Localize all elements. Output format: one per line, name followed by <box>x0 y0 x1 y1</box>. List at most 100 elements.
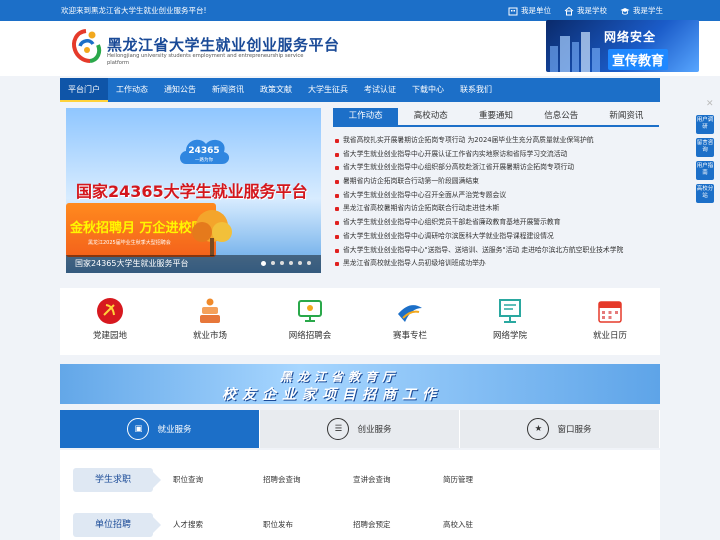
tab-employment-service-label: 就业服务 <box>157 425 192 435</box>
nav-item-policy[interactable]: 政策文献 <box>252 78 300 102</box>
nav-item-downloads[interactable]: 下载中心 <box>404 78 452 102</box>
employer-link-label: 我是单位 <box>521 6 551 15</box>
side-campus-sites[interactable]: 高校分站 <box>696 184 714 203</box>
site-title: 黑龙江省大学生就业创业服务平台 <box>107 36 340 54</box>
entrepreneurship-service-icon: ☰ <box>327 418 350 440</box>
quick-label: 党建园地 <box>92 331 127 341</box>
tab-important-notices[interactable]: 重要通知 <box>463 108 528 125</box>
calendar-icon <box>598 301 622 323</box>
alumni-banner-line2: 校友企业家项目招商工作 <box>222 387 442 403</box>
quick-links: 党建园地 就业市场 网络招聘会 赛事专栏 网络学院 就业日历 <box>60 288 660 355</box>
banner-ad-line2: 宣传教育 <box>608 49 669 70</box>
nav-item-portal[interactable]: 平台门户 <box>60 78 108 102</box>
autumn-tree-icon <box>192 210 232 256</box>
slider-badge: 24365 <box>188 146 219 156</box>
news-item[interactable]: 我省高校扎实开展暑期访企拓岗专项行动 为2024届毕业生充分高质量就业保驾护航 <box>333 134 659 148</box>
campus-registration-link[interactable]: 高校入驻 <box>443 513 473 537</box>
carousel-dot[interactable] <box>307 261 311 265</box>
main-nav: 平台门户 工作动态 通知公告 新闻资讯 政策文献 大学生征兵 考试认证 下载中心… <box>60 78 660 102</box>
quick-party-building[interactable]: 党建园地 <box>60 288 160 355</box>
slider-headline: 国家24365大学生就业服务平台 <box>76 182 308 201</box>
news-item[interactable]: 暑期省内访企拓岗联合行动第一阶段圆满结束 <box>333 175 659 189</box>
carousel-dot[interactable] <box>298 261 302 265</box>
nav-item-contact[interactable]: 联系我们 <box>452 78 500 102</box>
tab-work-news[interactable]: 工作动态 <box>333 108 399 125</box>
tab-employment-service[interactable]: ▣ 就业服务 <box>60 410 260 448</box>
school-icon <box>564 6 574 15</box>
job-fair-search-link[interactable]: 招聘会查询 <box>263 468 301 492</box>
student-link-label: 我是学生 <box>633 6 663 15</box>
news-item[interactable]: 黑龙江省高校暑期省内访企拓岗联合行动走进佳木斯 <box>333 202 659 216</box>
city-skyline-icon <box>550 32 600 72</box>
tab-window-service-label: 窗口服务 <box>557 425 592 435</box>
alumni-investment-banner[interactable]: 黑龙江省教育厅 校友企业家项目招商工作 <box>60 364 660 404</box>
news-item[interactable]: 省大学生就业创业指导中心"送指导、送培训、送服务"活动 走进哈尔滨北方航空职业技… <box>333 244 659 258</box>
quick-label: 赛事专栏 <box>392 331 427 341</box>
site-subtitle: Heilongjiang university students employm… <box>107 53 304 66</box>
news-tabs: 工作动态 高校动态 重要通知 信息公告 新闻资讯 <box>333 108 659 127</box>
employer-icon <box>508 7 518 15</box>
news-item[interactable]: 省大学生就业创业指导中心开展认证工作省内实地察访和省际学习交流活动 <box>333 148 659 162</box>
quick-job-market[interactable]: 就业市场 <box>160 288 260 355</box>
close-icon[interactable]: ✕ <box>706 99 714 109</box>
carousel-dots <box>261 261 311 266</box>
competition-icon <box>398 305 422 322</box>
quick-career-calendar[interactable]: 就业日历 <box>560 288 660 355</box>
quick-online-job-fair[interactable]: 网络招聘会 <box>260 288 360 355</box>
carousel-dot[interactable] <box>280 261 284 265</box>
cloud-badge-icon: 24365 一路为你 <box>180 139 230 164</box>
slider-badge-sub: 一路为你 <box>195 156 213 163</box>
welcome-text: 欢迎来到黑龙江省大学生就业创业服务平台! <box>61 6 207 15</box>
talent-search-link[interactable]: 人才搜索 <box>173 513 203 537</box>
nav-item-work-news[interactable]: 工作动态 <box>108 78 156 102</box>
employment-service-icon: ▣ <box>127 418 150 440</box>
school-link[interactable]: 我是学校 <box>564 5 607 16</box>
nav-item-news[interactable]: 新闻资讯 <box>204 78 252 102</box>
tab-entrepreneurship-service[interactable]: ☰ 创业服务 <box>260 410 460 448</box>
service-panel: 学生求职 职位查询 招聘会查询 宣讲会查询 简历管理 单位招聘 人才搜索 职位发… <box>60 450 660 540</box>
news-item[interactable]: 省大学生就业创业指导中心组织部分高校赴浙江省开展暑期访企拓岗专项行动 <box>333 161 659 175</box>
job-fair-booking-link[interactable]: 招聘会预定 <box>353 513 391 537</box>
school-link-label: 我是学校 <box>577 6 607 15</box>
quick-online-academy[interactable]: 网络学院 <box>460 288 560 355</box>
quick-label: 就业市场 <box>192 331 227 341</box>
employer-link[interactable]: 我是单位 <box>508 5 551 16</box>
tab-news-info[interactable]: 新闻资讯 <box>594 108 659 125</box>
nav-item-enlistment[interactable]: 大学生征兵 <box>300 78 356 102</box>
top-bar: 欢迎来到黑龙江省大学生就业创业服务平台! 我是单位 我是学校 我是学生 <box>0 0 720 21</box>
quick-competitions[interactable]: 赛事专栏 <box>360 288 460 355</box>
job-search-link[interactable]: 职位查询 <box>173 468 203 492</box>
window-service-icon: ★ <box>527 418 550 440</box>
cybersecurity-banner[interactable]: 网络安全 宣传教育 <box>546 20 699 72</box>
platform-logo <box>72 29 102 63</box>
alumni-banner-line1: 黑龙江省教育厅 <box>280 370 400 384</box>
side-user-survey[interactable]: 用户调研 <box>696 115 714 134</box>
news-item[interactable]: 省大学生就业创业指导中心调研哈尔滨医科大学就业指导课程建设情况 <box>333 230 659 244</box>
news-item[interactable]: 黑龙江省高校就业指导人员初级培训班成功举办 <box>333 257 659 271</box>
carousel[interactable]: 24365 一路为你 国家24365大学生就业服务平台 金秋招聘月 万企进校园 … <box>66 108 321 273</box>
nav-item-exams[interactable]: 考试认证 <box>356 78 404 102</box>
student-job-label: 学生求职 <box>73 468 161 492</box>
post-job-link[interactable]: 职位发布 <box>263 513 293 537</box>
online-fair-icon <box>298 300 322 322</box>
carousel-dot[interactable] <box>271 261 275 265</box>
side-user-guide[interactable]: 用户指南 <box>696 161 714 180</box>
info-session-search-link[interactable]: 宣讲会查询 <box>353 468 391 492</box>
resume-management-link[interactable]: 简历管理 <box>443 468 473 492</box>
recruitment-card-subtitle: 黑龙江2025届毕业生秋季大型招聘会 <box>88 240 171 246</box>
student-link[interactable]: 我是学生 <box>620 5 663 16</box>
nav-item-notices[interactable]: 通知公告 <box>156 78 204 102</box>
news-item[interactable]: 省大学生就业创业指导中心组织党员干部赴省廉政教育基地开展警示教育 <box>333 216 659 230</box>
tab-university-news[interactable]: 高校动态 <box>398 108 463 125</box>
carousel-dot[interactable] <box>289 261 293 265</box>
online-academy-icon <box>499 299 521 323</box>
news-item[interactable]: 省大学生就业创业指导中心召开全面从严治党专题会议 <box>333 189 659 203</box>
quick-label: 网络学院 <box>492 331 527 341</box>
carousel-dot[interactable] <box>261 261 266 266</box>
side-message[interactable]: 留言咨询 <box>696 138 714 157</box>
tab-window-service[interactable]: ★ 窗口服务 <box>460 410 660 448</box>
student-job-row: 学生求职 职位查询 招聘会查询 宣讲会查询 简历管理 <box>73 468 653 492</box>
tab-announcements[interactable]: 信息公告 <box>529 108 594 125</box>
quick-label: 网络招聘会 <box>288 331 332 341</box>
graduation-cap-icon <box>620 7 630 15</box>
